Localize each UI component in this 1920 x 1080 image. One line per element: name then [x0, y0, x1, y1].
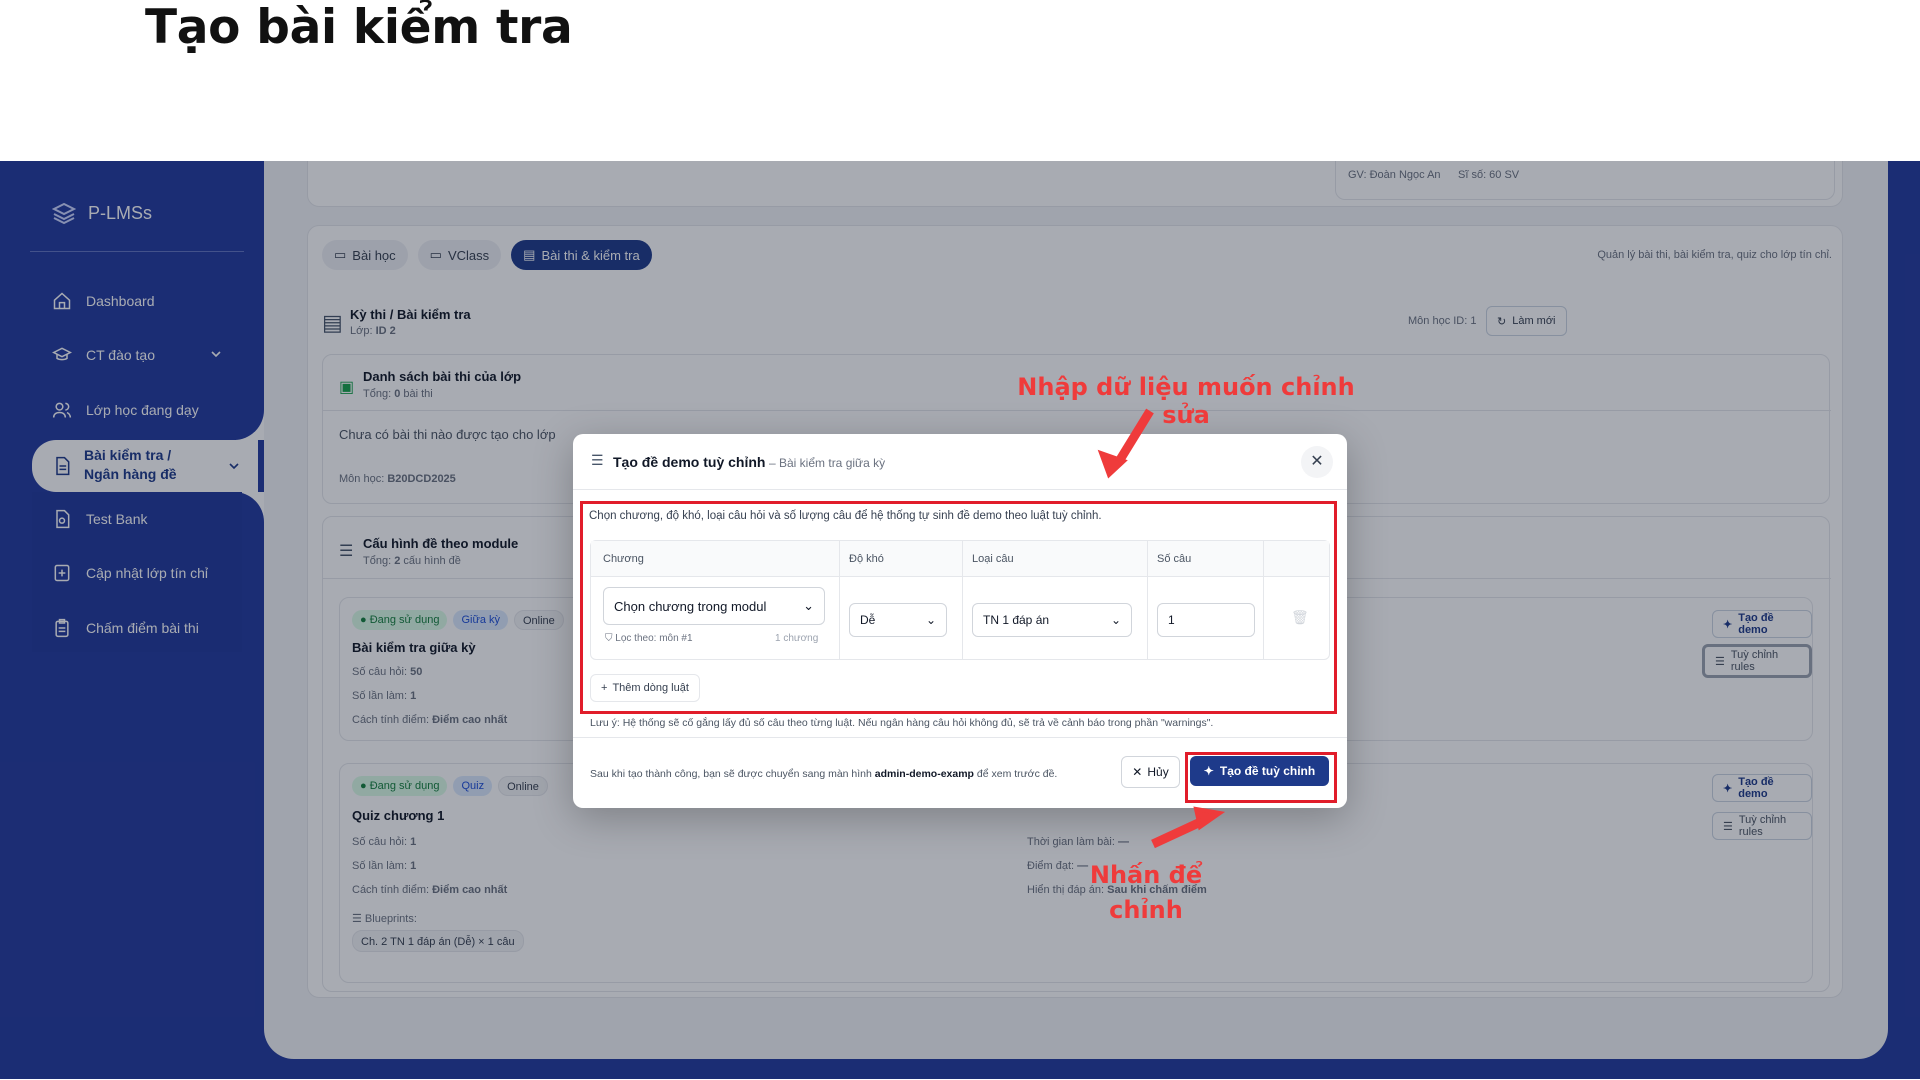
arrow-head [1193, 806, 1226, 831]
arrow-shaft [1114, 408, 1154, 466]
page-title: Tạo bài kiểm tra [145, 0, 573, 55]
annotation-arrows [1097, 408, 1226, 849]
app-screenshot: P-LMSs Dashboard CT đào tạo Lớp học đang… [0, 161, 1920, 1079]
